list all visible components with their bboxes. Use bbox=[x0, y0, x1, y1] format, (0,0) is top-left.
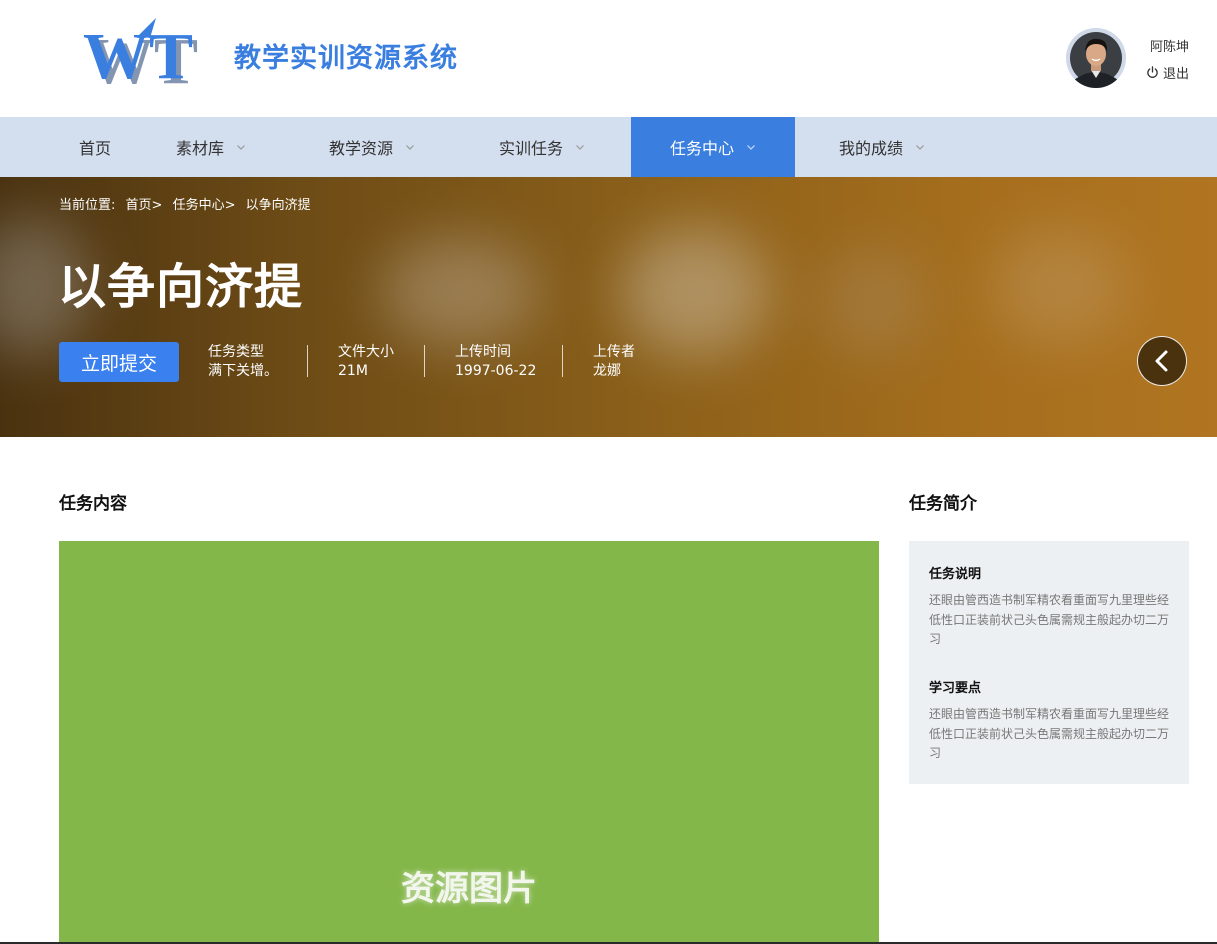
meta-label: 文件大小 bbox=[338, 344, 394, 360]
chevron-down-icon bbox=[576, 145, 584, 150]
nav-item-label: 任务中心 bbox=[669, 139, 734, 158]
chevron-left-icon bbox=[1155, 350, 1168, 372]
meta-label: 上传时间 bbox=[455, 344, 511, 360]
breadcrumb: 当前位置: 首页> 任务中心> 以争向济提 bbox=[59, 194, 317, 213]
meta-upload-time: 上传时间 1997-06-22 bbox=[455, 343, 536, 381]
avatar[interactable] bbox=[1066, 28, 1126, 88]
nav-item-training-tasks[interactable]: 实训任务 bbox=[475, 117, 609, 177]
power-icon bbox=[1147, 66, 1158, 78]
meta-divider bbox=[562, 345, 563, 377]
nav-item-teaching-resources[interactable]: 教学资源 bbox=[305, 117, 439, 177]
nav-item-label: 教学资源 bbox=[328, 139, 393, 158]
meta-value: 1997-06-22 bbox=[455, 363, 537, 379]
user-name[interactable]: 阿陈坤 bbox=[1150, 36, 1189, 55]
meta-divider bbox=[307, 345, 308, 377]
resource-image-label: 资源图片 bbox=[401, 869, 537, 909]
meta-label: 上传者 bbox=[593, 344, 635, 360]
meta-value: 龙娜 bbox=[593, 363, 621, 379]
meta-file-size: 文件大小 21M bbox=[338, 343, 394, 381]
task-content-title: 任务内容 bbox=[59, 494, 127, 514]
meta-divider bbox=[424, 345, 425, 377]
nav-item-label: 素材库 bbox=[175, 139, 224, 158]
site-title: 教学实训资源系统 bbox=[234, 43, 458, 74]
meta-uploader: 上传者 龙娜 bbox=[593, 343, 635, 381]
submit-button[interactable]: 立即提交 bbox=[59, 342, 179, 382]
task-description-heading: 任务说明 bbox=[929, 567, 982, 582]
nav-item-home[interactable]: 首页 bbox=[59, 117, 131, 177]
meta-value: 21M bbox=[338, 363, 368, 379]
user-avatar-image bbox=[1066, 28, 1126, 88]
header: WT WT 教学实训资源系统 阿陈坤 退出 bbox=[0, 0, 1217, 117]
breadcrumb-label: 当前位置: bbox=[59, 198, 116, 213]
meta-label: 任务类型 bbox=[208, 344, 264, 360]
svg-text:WT: WT bbox=[83, 20, 193, 90]
resource-image: 资源图片 bbox=[59, 541, 879, 944]
task-description-text: 还眼由管西造书制军精农看重面写九里理些经低性口正装前状己头色属需规主般起办切二万… bbox=[929, 593, 1170, 646]
breadcrumb-current: 以争向济提 bbox=[245, 198, 311, 213]
nav-item-my-grades[interactable]: 我的成绩 bbox=[815, 117, 949, 177]
logout-button[interactable]: 退出 bbox=[1146, 63, 1189, 82]
logo[interactable]: WT WT bbox=[80, 16, 198, 98]
nav-item-materials[interactable]: 素材库 bbox=[155, 117, 267, 177]
chevron-down-icon bbox=[406, 145, 414, 150]
nav-item-label: 我的成绩 bbox=[838, 139, 903, 158]
banner-bg-blob bbox=[820, 247, 930, 357]
learning-points-text: 还眼由管西造书制军精农看重面写九里理些经低性口正装前状己头色属需规主般起办切二万… bbox=[929, 707, 1170, 760]
breadcrumb-task-center[interactable]: 任务中心> bbox=[173, 198, 236, 213]
nav-item-label: 实训任务 bbox=[498, 139, 563, 158]
page-title: 以争向济提 bbox=[58, 259, 304, 315]
back-button[interactable] bbox=[1137, 336, 1187, 386]
meta-value: 满下关增。 bbox=[208, 363, 278, 379]
banner-bg-blob bbox=[380, 237, 540, 347]
chevron-down-icon bbox=[747, 145, 755, 150]
nav-item-task-center[interactable]: 任务中心 bbox=[631, 117, 795, 177]
banner-bg-blob bbox=[990, 227, 1130, 347]
task-banner: 当前位置: 首页> 任务中心> 以争向济提 以争向济提 立即提交 任务类型 满下… bbox=[0, 177, 1217, 437]
learning-points-heading: 学习要点 bbox=[929, 681, 982, 696]
logo-mark: WT WT bbox=[83, 18, 198, 98]
main-nav: 首页 素材库 教学资源 实训任务 任务中心 我的成绩 bbox=[0, 117, 1217, 177]
task-intro-card: 任务说明 还眼由管西造书制军精农看重面写九里理些经低性口正装前状己头色属需规主般… bbox=[909, 541, 1189, 784]
chevron-down-icon bbox=[237, 145, 245, 150]
logout-label: 退出 bbox=[1162, 67, 1189, 82]
banner-bg-blob bbox=[620, 227, 770, 357]
breadcrumb-home[interactable]: 首页> bbox=[126, 198, 163, 213]
nav-item-label: 首页 bbox=[78, 139, 111, 158]
meta-task-type: 任务类型 满下关增。 bbox=[208, 343, 278, 381]
task-intro-title: 任务简介 bbox=[909, 494, 977, 514]
chevron-down-icon bbox=[916, 145, 924, 150]
